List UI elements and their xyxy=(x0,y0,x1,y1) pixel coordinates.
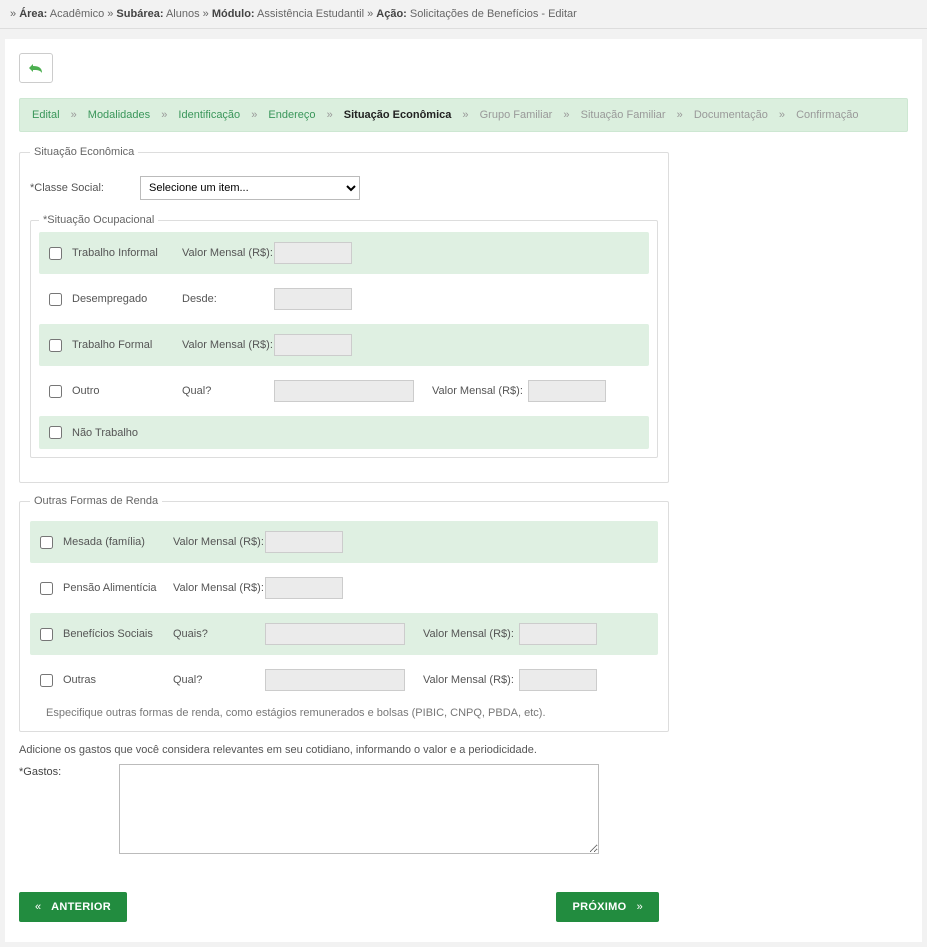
lbl-valor-outro: Valor Mensal (R$): xyxy=(432,385,528,397)
chevron-left-icon: « xyxy=(35,901,41,913)
input-quais-beneficios[interactable] xyxy=(265,623,405,645)
lbl-valor-beneficios: Valor Mensal (R$): xyxy=(423,628,519,640)
lbl-desde: Desde: xyxy=(182,293,274,305)
row-outras: Outras Qual? Valor Mensal (R$): xyxy=(30,659,658,701)
step-endereco[interactable]: Endereço xyxy=(268,109,315,121)
input-valor-mesada[interactable] xyxy=(265,531,343,553)
step-grupo-familiar: Grupo Familiar xyxy=(480,109,553,121)
lbl-quais-beneficios: Quais? xyxy=(173,628,265,640)
step-documentacao: Documentação xyxy=(694,109,768,121)
row-beneficios: Benefícios Sociais Quais? Valor Mensal (… xyxy=(30,613,658,655)
chk-nao-trabalho[interactable] xyxy=(49,426,62,439)
row-gastos: *Gastos: xyxy=(19,764,669,854)
step-edital[interactable]: Edital xyxy=(32,109,60,121)
step-situacao-familiar: Situação Familiar xyxy=(581,109,666,121)
input-valor-beneficios[interactable] xyxy=(519,623,597,645)
lbl-valor-pensao: Valor Mensal (R$): xyxy=(173,582,265,594)
bc-modulo-value: Assistência Estudantil xyxy=(257,8,364,20)
lbl-valor-outras: Valor Mensal (R$): xyxy=(423,674,519,686)
legend-outras-rendas: Outras Formas de Renda xyxy=(30,495,162,507)
lbl-valor-mensal-informal: Valor Mensal (R$): xyxy=(182,247,274,259)
chk-beneficios[interactable] xyxy=(40,628,53,641)
bc-subarea-label: Subárea: xyxy=(116,8,163,20)
lbl-valor-mesada: Valor Mensal (R$): xyxy=(173,536,265,548)
legend-situacao-economica: Situação Econômica xyxy=(30,146,138,158)
lbl-desempregado: Desempregado xyxy=(72,293,182,305)
lbl-qual-outro: Qual? xyxy=(182,385,274,397)
step-modalidades[interactable]: Modalidades xyxy=(88,109,150,121)
step-situacao-economica: Situação Econômica xyxy=(344,109,452,121)
row-trabalho-informal: Trabalho Informal Valor Mensal (R$): xyxy=(39,232,649,274)
textarea-gastos[interactable] xyxy=(119,764,599,854)
next-button[interactable]: PRÓXIMO » xyxy=(556,892,659,922)
lbl-outras: Outras xyxy=(63,674,173,686)
hint-outras-rendas: Especifique outras formas de renda, como… xyxy=(30,701,658,719)
legend-situacao-ocupacional: *Situação Ocupacional xyxy=(39,214,158,226)
page-content: Edital » Modalidades » Identificação » E… xyxy=(5,39,922,942)
row-classe-social: *Classe Social: Selecione um item... xyxy=(30,168,658,208)
fieldset-situacao-ocupacional: *Situação Ocupacional Trabalho Informal … xyxy=(30,214,658,458)
lbl-qual-outras: Qual? xyxy=(173,674,265,686)
bc-subarea-value: Alunos xyxy=(166,8,200,20)
select-classe-social[interactable]: Selecione um item... xyxy=(140,176,360,200)
lbl-trabalho-formal: Trabalho Formal xyxy=(72,339,182,351)
back-button[interactable] xyxy=(19,53,53,83)
lbl-beneficios: Benefícios Sociais xyxy=(63,628,173,640)
row-desempregado: Desempregado Desde: xyxy=(39,278,649,320)
input-valor-outro[interactable] xyxy=(528,380,606,402)
input-valor-pensao[interactable] xyxy=(265,577,343,599)
lbl-trabalho-informal: Trabalho Informal xyxy=(72,247,182,259)
fieldset-situacao-economica: Situação Econômica *Classe Social: Selec… xyxy=(19,146,669,483)
input-valor-outras[interactable] xyxy=(519,669,597,691)
input-valor-formal[interactable] xyxy=(274,334,352,356)
input-desde[interactable] xyxy=(274,288,352,310)
breadcrumb: » Área: Acadêmico » Subárea: Alunos » Mó… xyxy=(0,0,927,29)
gastos-instruction: Adicione os gastos que você considera re… xyxy=(19,744,669,756)
bc-area-value: Acadêmico xyxy=(50,8,104,20)
chk-mesada[interactable] xyxy=(40,536,53,549)
bc-acao-value: Solicitações de Benefícios - Editar xyxy=(410,8,577,20)
row-nao-trabalho: Não Trabalho xyxy=(39,416,649,449)
input-valor-informal[interactable] xyxy=(274,242,352,264)
prev-button[interactable]: « ANTERIOR xyxy=(19,892,127,922)
row-trabalho-formal: Trabalho Formal Valor Mensal (R$): xyxy=(39,324,649,366)
lbl-outro: Outro xyxy=(72,385,182,397)
chk-desempregado[interactable] xyxy=(49,293,62,306)
undo-arrow-icon xyxy=(26,60,46,76)
wizard-steps: Edital » Modalidades » Identificação » E… xyxy=(19,98,908,132)
lbl-gastos: *Gastos: xyxy=(19,764,119,778)
bc-acao-label: Ação: xyxy=(376,8,407,20)
lbl-mesada: Mesada (família) xyxy=(63,536,173,548)
chk-trabalho-informal[interactable] xyxy=(49,247,62,260)
row-outro: Outro Qual? Valor Mensal (R$): xyxy=(39,370,649,412)
lbl-valor-mensal-formal: Valor Mensal (R$): xyxy=(182,339,274,351)
bc-area-label: Área: xyxy=(19,8,47,20)
fieldset-outras-rendas: Outras Formas de Renda Mesada (família) … xyxy=(19,495,669,732)
bc-modulo-label: Módulo: xyxy=(212,8,255,20)
prev-button-label: ANTERIOR xyxy=(51,901,111,913)
label-classe-social: *Classe Social: xyxy=(30,182,140,194)
lbl-nao-trabalho: Não Trabalho xyxy=(72,427,182,439)
input-qual-outro[interactable] xyxy=(274,380,414,402)
chk-outro[interactable] xyxy=(49,385,62,398)
chevron-right-icon: » xyxy=(637,901,643,913)
row-mesada: Mesada (família) Valor Mensal (R$): xyxy=(30,521,658,563)
step-confirmacao: Confirmação xyxy=(796,109,858,121)
next-button-label: PRÓXIMO xyxy=(572,901,626,913)
button-bar: « ANTERIOR PRÓXIMO » xyxy=(19,892,659,922)
row-pensao: Pensão Alimentícia Valor Mensal (R$): xyxy=(30,567,658,609)
step-identificacao[interactable]: Identificação xyxy=(178,109,240,121)
chk-outras[interactable] xyxy=(40,674,53,687)
chk-trabalho-formal[interactable] xyxy=(49,339,62,352)
lbl-pensao: Pensão Alimentícia xyxy=(63,582,173,594)
input-qual-outras[interactable] xyxy=(265,669,405,691)
chk-pensao[interactable] xyxy=(40,582,53,595)
